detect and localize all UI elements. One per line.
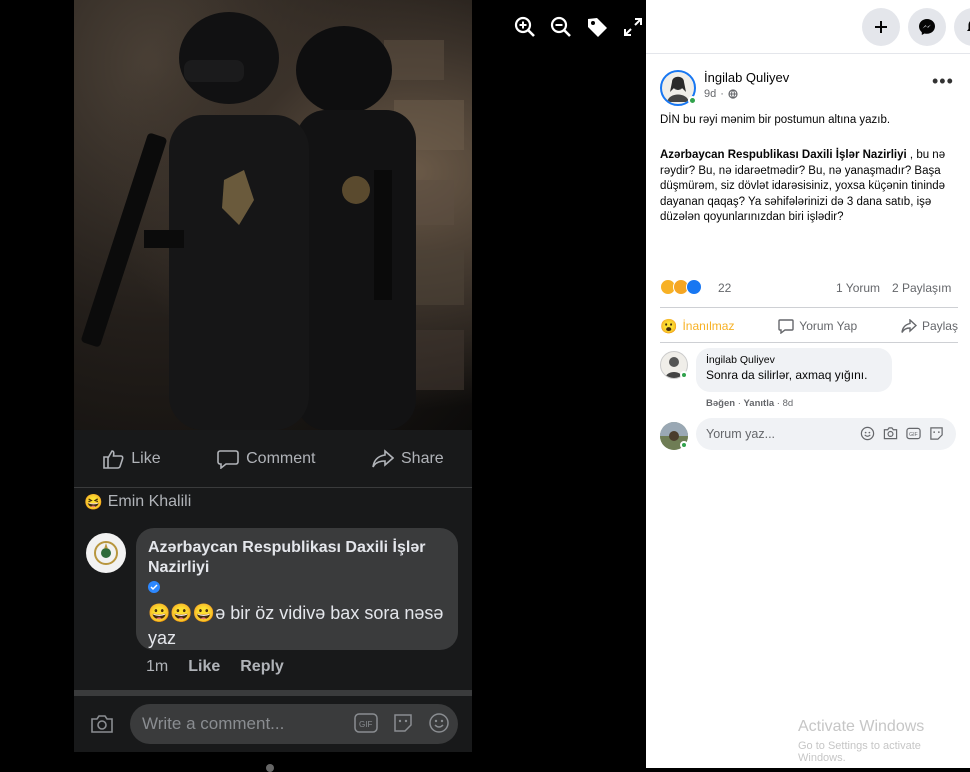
more-options-button[interactable]: ••• [932,72,954,90]
post-body: Azərbaycan Respublikası Daxili İşlər Naz… [660,148,952,226]
comment-like-link[interactable]: Like [188,658,220,676]
post-author-name[interactable]: İngilab Quliyev [704,70,789,85]
comment-text: 😀😀😀ə bir öz vidivə bax sora nəsə yaz [148,601,446,651]
thumbs-up-icon [103,449,124,469]
grinning-emoji-icon: 😀😀😀 [148,603,216,623]
post-intro-text: DİN bu rəyi mənim bir postumun altına ya… [660,114,891,126]
share-label: Paylaş [921,319,958,333]
like-reaction-icon [686,279,702,295]
gif-icon[interactable]: GIF [354,712,378,734]
zoom-out-icon[interactable] [548,14,574,40]
divider [660,307,958,308]
online-indicator [688,96,697,105]
online-indicator [680,371,688,379]
camera-icon[interactable] [90,714,114,734]
svg-text:GIF: GIF [359,720,372,729]
bell-icon [967,21,970,31]
share-button[interactable]: Paylaş [901,314,958,338]
gif-icon[interactable]: GIF [906,426,921,441]
create-button[interactable] [862,8,900,46]
comment-input-placeholder: Write a comment... [142,714,285,733]
ministry-avatar[interactable] [86,533,126,573]
globe-icon [728,89,738,99]
post-time-text: 9d [704,88,717,100]
comment-label: Yorum Yap [799,319,858,333]
verified-badge-icon [148,581,160,593]
comment-input[interactable]: Yorum yaz... GIF [696,418,956,450]
shares-count[interactable]: 2 Paylaşım [892,281,951,295]
online-indicator [680,441,688,449]
post-stats: 22 1 Yorum 2 Paylaşım [660,279,958,297]
photo-viewer: Like Comment Share 😆 Emin Khalili Azərba… [0,0,646,768]
windows-activation-watermark: Activate Windows Go to Settings to activ… [798,718,970,764]
comment-meta: Bəğen · Yanıtla · 8d [706,398,793,409]
post-actions: 😮 İnanılmaz Yorum Yap Paylaş [660,314,958,338]
fullscreen-icon[interactable] [620,14,646,40]
composer-icons: GIF [354,712,450,734]
watermark-subtitle: Go to Settings to activate Windows. [798,740,921,764]
comment-input-placeholder: Yorum yaz... [706,427,776,441]
comment-button[interactable]: Comment [217,449,315,469]
comment-bubble: İngilab Quliyev Sonra da silirlər, axmaq… [696,348,892,392]
share-icon [901,318,917,333]
sticker-icon[interactable] [929,426,944,441]
comment-label: Comment [246,449,316,467]
tag-icon[interactable] [584,14,610,40]
reaction-icons[interactable] [660,279,702,295]
zoom-in-icon[interactable] [512,14,538,40]
comment-author[interactable]: Azərbaycan Respublikası Daxili İşlər Naz… [148,538,446,578]
comment-time[interactable]: 8d [783,398,794,409]
watermark-title: Activate Windows [798,718,925,735]
haha-emoji-icon: 😆 [84,494,103,511]
mentioned-page-link[interactable]: Azərbaycan Respublikası Daxili İşlər Naz… [660,149,907,161]
divider [660,342,958,343]
sticker-icon[interactable] [392,712,414,734]
write-comment-bar: Write a comment... GIF [74,696,472,752]
camera-icon[interactable] [883,426,898,441]
comment-like-link[interactable]: Bəğen [706,398,735,409]
post-timestamp[interactable]: 9d · [704,88,738,100]
viewer-toolbar [512,14,646,40]
share-label: Share [401,449,444,467]
comment-meta: 1m Like Reply [146,658,284,676]
plus-icon [875,21,887,33]
emoji-icon[interactable] [428,712,450,734]
scroll-indicator [266,764,274,772]
wow-reaction-icon: 😮 [660,317,678,334]
comment-time: 1m [146,658,169,675]
react-label: İnanılmaz [682,319,735,333]
comment-button[interactable]: Yorum Yap [778,314,857,338]
comment-icon [217,449,239,469]
reaction-count[interactable]: 22 [718,281,731,295]
share-button[interactable]: Share [372,448,444,469]
composer-icons: GIF [860,426,944,441]
post-photo [74,0,472,430]
post-detail-panel: İngilab Quliyev 9d · ••• DİN bu rəyi mən… [646,0,970,768]
messenger-button[interactable] [908,8,946,46]
top-bar [646,0,970,54]
comment-author[interactable]: İngilab Quliyev [706,354,882,366]
ministry-emblem-icon [94,541,118,565]
emoji-icon[interactable] [860,426,875,441]
svg-text:GIF: GIF [909,432,918,438]
comment-bubble: Azərbaycan Respublikası Daxili İşlər Naz… [136,528,458,650]
comment-text: Sonra da silirlər, axmaq yığını. [706,368,868,382]
like-button[interactable]: Like [102,449,161,469]
post-action-bar: Like Comment Share [74,430,472,488]
comments-count[interactable]: 1 Yorum [836,281,880,295]
react-button[interactable]: 😮 İnanılmaz [660,314,734,338]
separator-dot: · [720,88,724,100]
comment-reply-link[interactable]: Yanıtla [744,398,775,409]
comment-reply-link[interactable]: Reply [240,658,284,676]
reactor-row: 😆 Emin Khalili [84,493,191,511]
messenger-icon [919,19,935,35]
notifications-button[interactable] [954,8,970,46]
phone-screenshot: Like Comment Share 😆 Emin Khalili Azərba… [74,0,472,752]
share-icon [372,448,394,467]
reactor-name: Emin Khalili [107,493,192,510]
like-label: Like [131,449,161,467]
comment-icon [778,318,794,334]
